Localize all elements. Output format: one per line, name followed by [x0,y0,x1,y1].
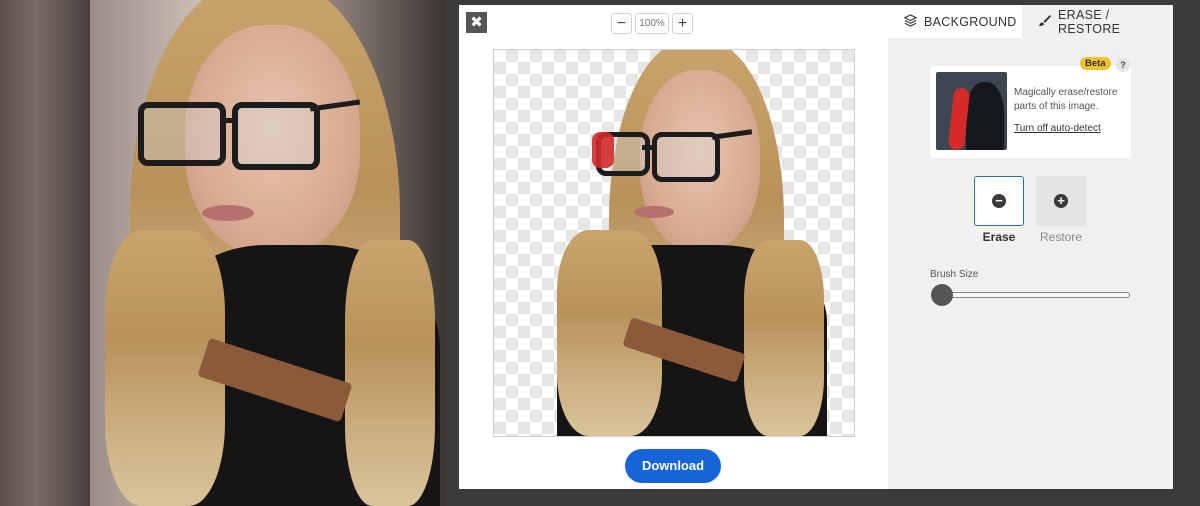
edit-canvas[interactable] [493,49,855,437]
info-text: Magically erase/restore parts of this im… [1014,87,1118,112]
tab-background[interactable]: BACKGROUND [888,5,1022,38]
minus-circle-icon: − [992,194,1006,208]
background-page-left [0,0,90,506]
brush-size-slider-handle[interactable] [931,284,953,306]
turn-off-auto-detect-link[interactable]: Turn off auto-detect [1014,123,1101,134]
brush-icon [1038,14,1051,30]
cutout-image [554,50,854,436]
zoom-level: 100% [635,12,669,34]
close-button[interactable]: ✖ [466,12,487,33]
erase-label: Erase [982,230,1016,244]
tab-erase-restore[interactable]: ERASE / RESTORE [1022,5,1173,38]
tab-erase-restore-label: ERASE / RESTORE [1058,7,1121,36]
plus-circle-icon: + [1054,194,1068,208]
tab-background-label: BACKGROUND [924,14,1017,29]
download-button[interactable]: Download [625,449,721,483]
zoom-controls: − 100% + [611,12,693,34]
restore-label: Restore [1039,230,1083,244]
erase-button[interactable]: − [974,176,1024,226]
info-card: Magically erase/restore parts of this im… [930,66,1131,158]
panel-tabs: BACKGROUND ERASE / RESTORE [888,5,1173,38]
restore-button[interactable]: + [1036,176,1086,226]
background-remover-dialog: ✖ − 100% + Download BACKGROUND ERASE / R… [459,5,1173,489]
layers-icon [903,13,918,30]
brush-size-label: Brush Size [930,269,979,280]
demo-thumbnail [936,72,1007,150]
brush-size-slider[interactable] [932,292,1130,298]
erase-highlight [592,132,614,168]
tool-panel: BACKGROUND ERASE / RESTORE Magically era… [888,5,1173,489]
beta-badge: Beta [1080,57,1111,70]
zoom-out-button[interactable]: − [611,12,632,34]
zoom-in-button[interactable]: + [672,12,693,34]
help-icon[interactable]: ? [1116,58,1130,72]
background-photo [90,0,445,506]
